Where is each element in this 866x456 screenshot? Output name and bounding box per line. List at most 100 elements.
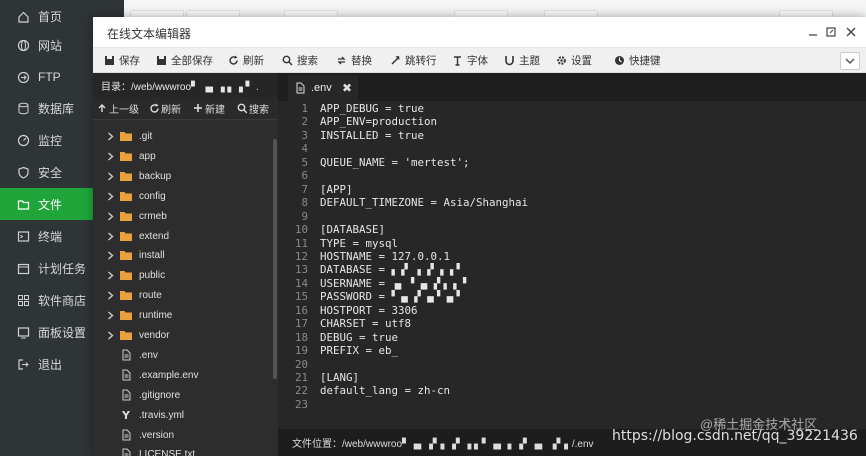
toolbar-button[interactable]: 保存	[103, 48, 140, 72]
line-number: 16	[294, 304, 308, 317]
code-line: 19 PREFIX = eb_	[278, 344, 866, 358]
file-row[interactable]: LICENSE.txt	[93, 444, 273, 456]
chevron-right-icon[interactable]	[105, 171, 115, 181]
code-line: 1 APP_DEBUG = true	[278, 102, 866, 116]
toolbar-button-label: 主题	[519, 54, 540, 67]
line-number: 6	[301, 169, 308, 182]
file-row[interactable]: .version	[93, 425, 273, 445]
file-row[interactable]: Y .travis.yml	[93, 405, 273, 425]
chevron-right-icon[interactable]	[105, 211, 115, 221]
folder-row[interactable]: public	[93, 265, 273, 285]
chevron-right-icon[interactable]	[105, 191, 115, 201]
arrow-up-icon	[97, 103, 107, 113]
file-tree-actions: 上一级 刷新 新建 搜索	[93, 97, 278, 120]
toolbar-button[interactable]: 字体	[451, 48, 488, 72]
line-number: 5	[301, 156, 308, 169]
tree-action-button[interactable]: 新建	[193, 97, 225, 119]
toolbar-button[interactable]: 全部保存	[155, 48, 213, 72]
tree-action-button[interactable]: 搜索	[237, 97, 269, 119]
folder-row[interactable]: route	[93, 285, 273, 305]
monitor-icon	[16, 133, 30, 147]
toolbar-button[interactable]: 设置	[555, 48, 592, 72]
line-number: 11	[294, 237, 308, 250]
tree-action-button[interactable]: 上一级	[97, 97, 139, 119]
folder-row[interactable]: .git	[93, 126, 273, 146]
line-number: 10	[294, 223, 308, 236]
toolbar-button[interactable]: 搜索	[281, 48, 318, 72]
search-icon	[281, 54, 293, 66]
toolbar-button[interactable]: 跳转行	[389, 48, 437, 72]
chevron-right-icon[interactable]	[105, 330, 115, 340]
chevron-right-icon[interactable]	[105, 151, 115, 161]
sidebar-item-label: 数据库	[38, 101, 75, 116]
sidebar-item-label: 监控	[38, 133, 63, 148]
folder-row[interactable]: backup	[93, 166, 273, 186]
tab-env[interactable]: .env ✖	[288, 75, 358, 101]
chevron-right-icon[interactable]	[105, 290, 115, 300]
folder-icon	[119, 130, 133, 142]
home-icon	[16, 9, 30, 23]
folder-icon	[119, 150, 133, 162]
maximize-icon[interactable]	[823, 24, 839, 40]
gear-icon	[555, 54, 567, 66]
code-line: 9	[278, 210, 866, 224]
terminal-icon	[16, 229, 30, 243]
toolbar-button-label: 跳转行	[405, 54, 437, 67]
folder-row[interactable]: runtime	[93, 305, 273, 325]
window-titlebar[interactable]: 在线文本编辑器	[93, 17, 866, 48]
sidebar-item-label: 首页	[38, 9, 63, 24]
line-number: 1	[301, 102, 308, 115]
chevron-right-icon[interactable]	[105, 231, 115, 241]
folder-row[interactable]: vendor	[93, 325, 273, 345]
sidebar-item-label: 文件	[38, 197, 63, 212]
close-icon[interactable]	[843, 24, 859, 40]
file-icon	[119, 369, 133, 381]
tree-action-label: 刷新	[161, 104, 181, 116]
toolbar-button-label: 全部保存	[171, 54, 213, 67]
code-area[interactable]: 1 APP_DEBUG = true 2 APP_ENV=production 3 INS…	[278, 101, 866, 429]
code-line: 20	[278, 358, 866, 372]
folder-name: .git	[139, 130, 153, 142]
store-icon	[16, 293, 30, 307]
chevron-right-icon[interactable]	[105, 270, 115, 280]
file-name: .gitignore	[139, 389, 181, 401]
file-icon	[294, 82, 306, 94]
folder-name: vendor	[139, 329, 170, 341]
folder-row[interactable]: install	[93, 245, 273, 265]
folder-row[interactable]: extend	[93, 226, 273, 246]
toolbar-button[interactable]: 替换	[335, 48, 372, 72]
tree-scrollbar[interactable]	[273, 139, 277, 379]
file-row[interactable]: .example.env	[93, 365, 273, 385]
line-number: 23	[294, 398, 308, 411]
file-row[interactable]: .env	[93, 345, 273, 365]
code-text: APP_DEBUG = true	[320, 102, 425, 115]
toolbar-button[interactable]: 主题	[503, 48, 540, 72]
folder-row[interactable]: config	[93, 186, 273, 206]
folder-name: backup	[139, 170, 172, 182]
sidebar-item-label: 软件商店	[38, 293, 87, 308]
code-text: INSTALLED = true	[320, 129, 425, 142]
chevron-right-icon[interactable]	[105, 310, 115, 320]
close-tab-icon[interactable]: ✖	[342, 81, 352, 95]
tree-action-button[interactable]: 刷新	[149, 97, 181, 119]
folder-row[interactable]: app	[93, 146, 273, 166]
tree-action-label: 新建	[205, 104, 225, 116]
toolbar-button[interactable]: 刷新	[227, 48, 264, 72]
line-number: 12	[294, 250, 308, 263]
code-text: PREFIX = eb_	[320, 344, 399, 357]
chevron-down-icon[interactable]	[840, 52, 860, 70]
file-row[interactable]: .gitignore	[93, 385, 273, 405]
code-line: 11 TYPE = mysql	[278, 237, 866, 251]
folder-icon	[119, 289, 133, 301]
refresh-icon	[227, 54, 239, 66]
minimize-icon[interactable]	[805, 24, 821, 40]
chevron-right-icon[interactable]	[105, 250, 115, 260]
line-number: 3	[301, 129, 308, 142]
folder-row[interactable]: crmeb	[93, 206, 273, 226]
line-number: 14	[294, 277, 308, 290]
toolbar-button[interactable]: 快捷键	[613, 48, 661, 72]
chevron-right-icon[interactable]	[105, 131, 115, 141]
code-line: 18 DEBUG = true	[278, 331, 866, 345]
folder-name: runtime	[139, 309, 173, 321]
window-title: 在线文本编辑器	[107, 27, 192, 41]
